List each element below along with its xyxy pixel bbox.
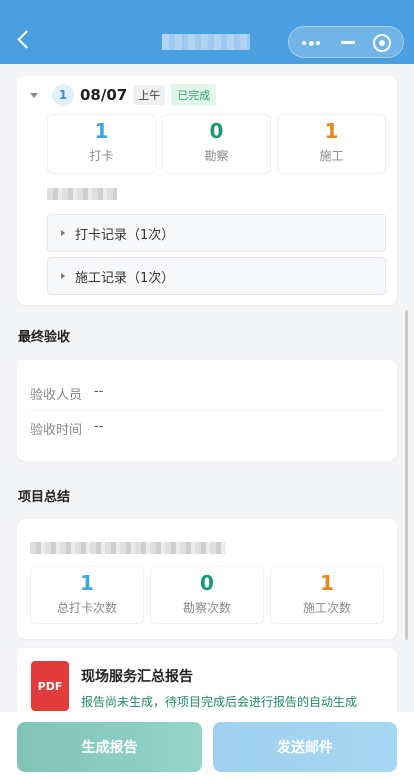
page-title-blurred [162, 34, 250, 50]
pdf-icon: PDF [31, 661, 69, 711]
stat-label: 施工次数 [302, 601, 351, 615]
record-label: 施工记录（1次） [75, 270, 175, 286]
nav-bar [0, 0, 414, 64]
record-construction[interactable]: 施工记录（1次） [47, 257, 386, 295]
inspector-value: -- [94, 384, 104, 399]
summary-title: 项目总结 [18, 490, 71, 505]
stat-value: 1 [94, 119, 109, 143]
bottom-action-bar: 生成报告 发送邮件 [0, 712, 414, 780]
stat-label: 施工 [319, 149, 344, 163]
mini-program-capsule [288, 26, 404, 58]
period-tag: 上午 [133, 85, 166, 105]
stat-value: 1 [320, 571, 334, 595]
stat-label: 勘察 [204, 149, 229, 163]
caret-right-icon [61, 273, 65, 279]
day-number-badge: 1 [52, 84, 74, 106]
summary-stat-survey: 0 勘察次数 [150, 566, 264, 624]
scrollbar[interactable] [405, 310, 408, 640]
time-label: 验收时间 [30, 423, 83, 438]
stat-label: 勘察次数 [182, 601, 231, 615]
stat-value: 0 [209, 119, 224, 143]
blurred-summary-text [30, 542, 225, 554]
day-header[interactable]: 1 08/07 上午 已完成 [30, 84, 217, 106]
summary-stat-checkin: 1 总打卡次数 [30, 566, 144, 624]
record-label: 打卡记录（1次） [75, 227, 175, 243]
report-description: 报告尚未生成，待项目完成后会进行报告的自动生成 [81, 695, 358, 709]
day-date: 08/07 [80, 86, 128, 104]
time-field: 验收时间 -- [30, 419, 103, 438]
time-value: -- [94, 419, 104, 434]
stat-survey: 0 勘察 [162, 114, 271, 174]
send-email-button[interactable]: 发送邮件 [213, 722, 397, 772]
more-dots-icon[interactable] [302, 40, 322, 46]
close-capsule-icon[interactable] [373, 34, 391, 52]
back-icon[interactable] [12, 28, 36, 52]
final-acceptance-title: 最终验收 [18, 330, 71, 345]
record-checkin[interactable]: 打卡记录（1次） [47, 214, 386, 252]
report-title: 现场服务汇总报告 [81, 669, 193, 685]
inspector-field: 验收人员 -- [30, 384, 103, 403]
status-badge: 已完成 [171, 84, 217, 106]
stat-construction: 1 施工 [277, 114, 386, 174]
stat-value: 1 [80, 571, 94, 595]
blurred-text [47, 188, 117, 200]
inspector-label: 验收人员 [30, 388, 83, 403]
caret-right-icon [61, 230, 65, 236]
stat-value: 0 [200, 571, 214, 595]
stat-checkin: 1 打卡 [47, 114, 156, 174]
generate-report-button[interactable]: 生成报告 [17, 722, 202, 772]
stat-label: 总打卡次数 [56, 601, 117, 615]
stat-label: 打卡 [89, 149, 114, 163]
divider [30, 410, 384, 411]
summary-stat-construction: 1 施工次数 [270, 566, 384, 624]
caret-down-icon[interactable] [30, 92, 38, 98]
minimize-icon[interactable] [341, 41, 355, 44]
stat-value: 1 [324, 119, 339, 143]
